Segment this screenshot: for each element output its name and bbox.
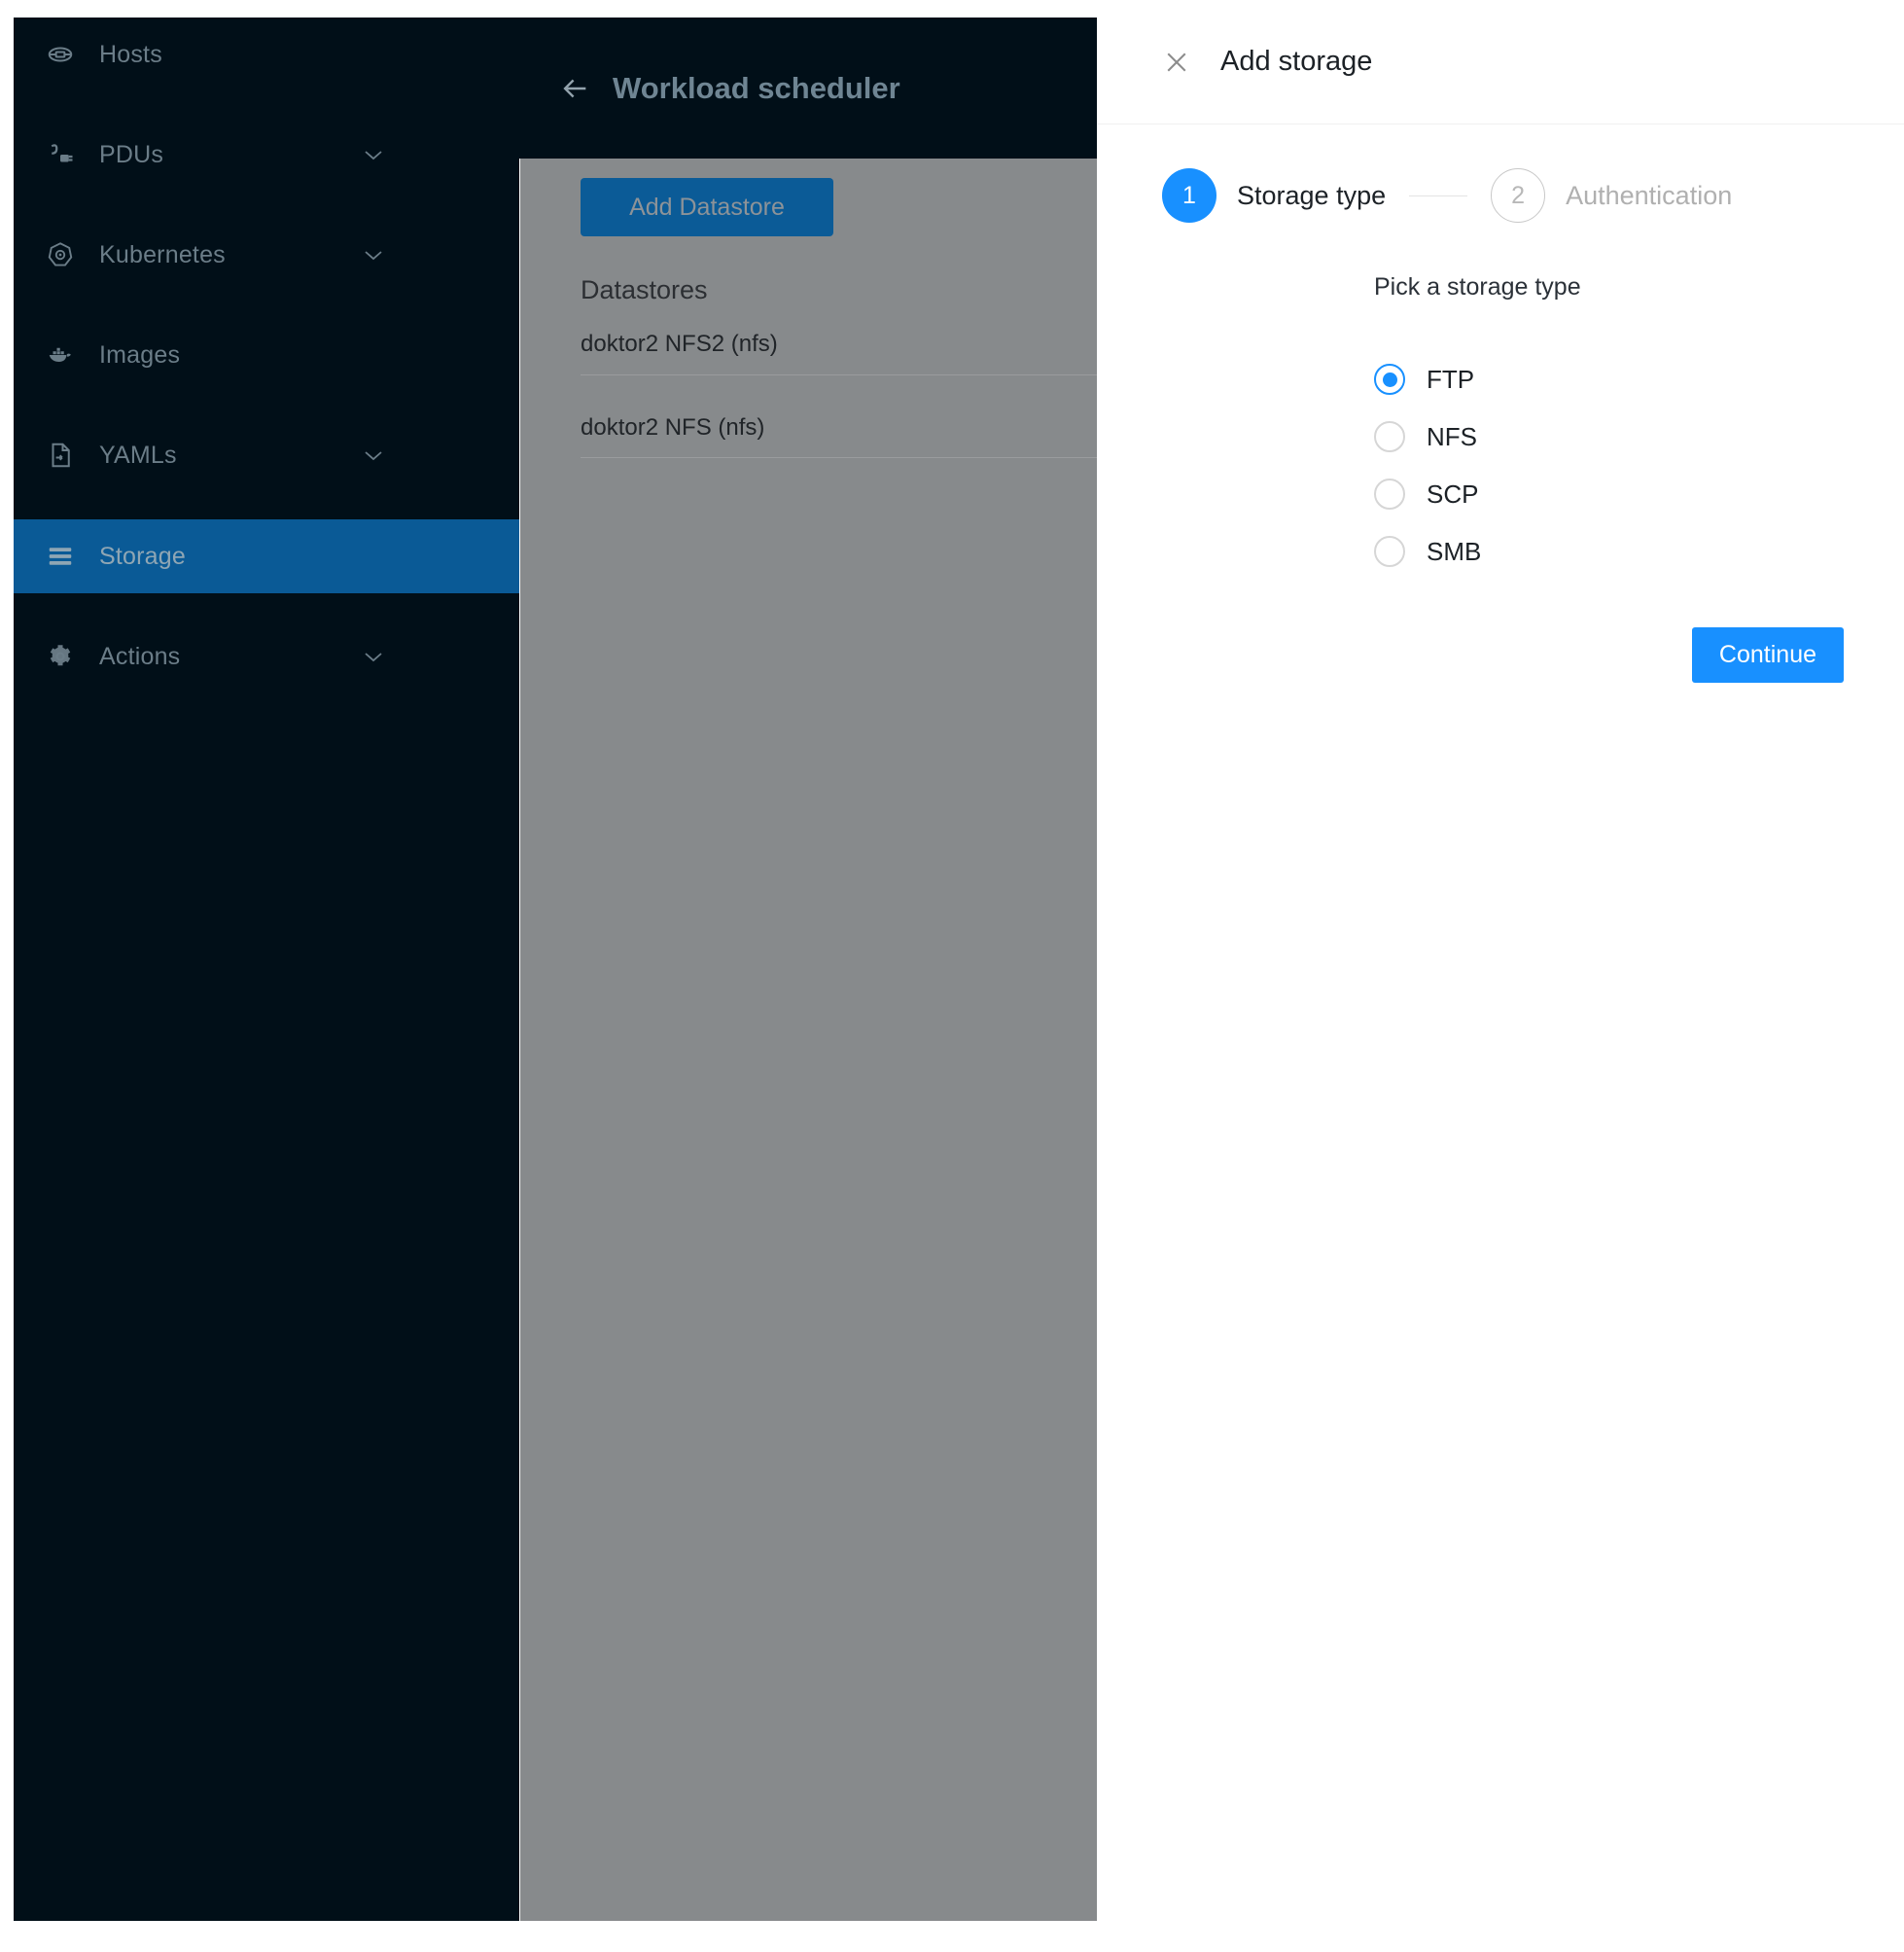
sidebar-item-label: Storage xyxy=(99,542,186,570)
datastores-heading: Datastores xyxy=(581,275,708,304)
wizard-stepper: 1 Storage type 2 Authentication xyxy=(1097,168,1904,223)
step-authentication[interactable]: 2 Authentication xyxy=(1491,168,1732,223)
page-title: Workload scheduler xyxy=(613,70,900,105)
back-arrow-icon[interactable] xyxy=(558,72,591,105)
list-icon xyxy=(46,542,75,571)
radio-button-icon[interactable] xyxy=(1374,364,1405,395)
sidebar: Hosts PDUs Kubernetes Images YAMLs Stora… xyxy=(14,18,519,1921)
step-label: Authentication xyxy=(1566,180,1733,210)
sidebar-item-label: Hosts xyxy=(99,40,162,68)
add-storage-drawer: Add storage 1 Storage type 2 Authenticat… xyxy=(1097,0,1904,1952)
sidebar-item-hosts[interactable]: Hosts xyxy=(14,31,519,78)
drawer-title: Add storage xyxy=(1220,46,1373,77)
datastores-panel: Add Datastore Datastores doktor2 NFS2 (n… xyxy=(520,159,1097,1921)
radio-option-scp[interactable]: SCP xyxy=(1374,479,1904,510)
power-plug-icon xyxy=(46,140,75,169)
radio-button-icon[interactable] xyxy=(1374,536,1405,567)
workload-scheduler-header: Workload scheduler xyxy=(519,18,1097,159)
step-connector xyxy=(1409,195,1468,196)
gear-icon xyxy=(46,642,75,671)
close-icon[interactable] xyxy=(1162,48,1191,77)
radio-option-ftp[interactable]: FTP xyxy=(1374,364,1904,395)
kubernetes-icon xyxy=(46,240,75,269)
sidebar-item-actions[interactable]: Actions xyxy=(14,633,519,680)
sidebar-item-label: Images xyxy=(99,340,181,369)
sidebar-item-label: Actions xyxy=(99,642,181,670)
step-label: Storage type xyxy=(1237,180,1387,210)
file-yaml-icon xyxy=(46,441,75,470)
radio-dot xyxy=(1382,372,1397,387)
radio-button-icon[interactable] xyxy=(1374,421,1405,452)
step-storage-type[interactable]: 1 Storage type xyxy=(1162,168,1386,223)
chevron-down-icon[interactable] xyxy=(364,149,383,160)
sidebar-item-pdus[interactable]: PDUs xyxy=(14,131,519,178)
radio-option-smb[interactable]: SMB xyxy=(1374,536,1904,567)
chevron-down-icon[interactable] xyxy=(364,449,383,461)
sidebar-item-label: PDUs xyxy=(99,140,164,168)
continue-button[interactable]: Continue xyxy=(1691,627,1844,683)
chevron-down-icon[interactable] xyxy=(364,651,383,662)
radio-label: FTP xyxy=(1427,364,1475,394)
chevron-down-icon[interactable] xyxy=(364,249,383,261)
radio-label: SMB xyxy=(1427,536,1482,566)
cloud-server-icon xyxy=(46,40,75,69)
sidebar-item-kubernetes[interactable]: Kubernetes xyxy=(14,231,519,278)
sidebar-item-yamls[interactable]: YAMLs xyxy=(14,432,519,479)
radio-button-icon[interactable] xyxy=(1374,479,1405,510)
docker-whale-icon xyxy=(46,340,75,370)
list-item[interactable]: doktor2 NFS (nfs) xyxy=(581,414,764,442)
pick-storage-type-label: Pick a storage type xyxy=(1374,273,1581,301)
step-number-badge: 1 xyxy=(1162,168,1216,223)
list-divider xyxy=(581,457,1097,458)
step-number-badge: 2 xyxy=(1491,168,1546,223)
storage-type-radio-group: FTP NFS SCP SMB xyxy=(1097,364,1904,567)
drawer-actions: Continue xyxy=(1097,627,1904,683)
list-item[interactable]: doktor2 NFS2 (nfs) xyxy=(581,331,778,358)
add-datastore-button[interactable]: Add Datastore xyxy=(581,178,833,236)
sidebar-item-label: YAMLs xyxy=(99,441,177,469)
sidebar-item-images[interactable]: Images xyxy=(14,332,519,378)
radio-label: NFS xyxy=(1427,421,1477,451)
app-root: Hosts PDUs Kubernetes Images YAMLs Stora… xyxy=(0,0,1904,1952)
sidebar-item-storage[interactable]: Storage xyxy=(14,519,519,593)
sidebar-item-label: Kubernetes xyxy=(99,240,226,268)
radio-label: SCP xyxy=(1427,479,1479,509)
list-divider xyxy=(581,374,1097,375)
drawer-header: Add storage xyxy=(1097,0,1904,124)
radio-option-nfs[interactable]: NFS xyxy=(1374,421,1904,452)
